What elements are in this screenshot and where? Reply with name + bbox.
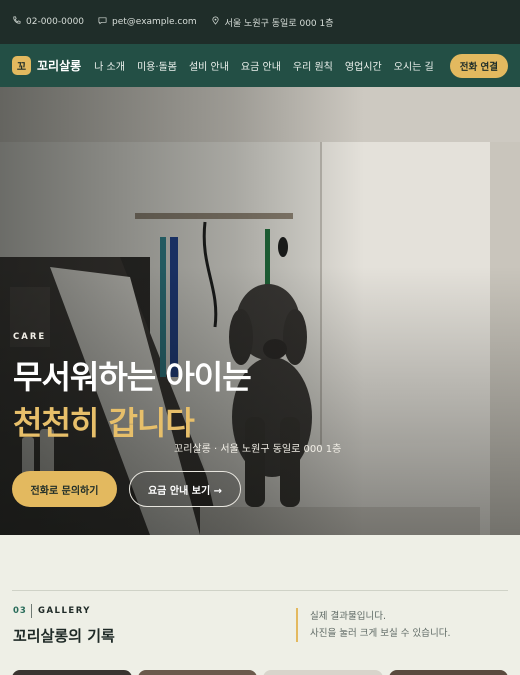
main-navigation: 꼬 꼬리살롱 나 소개 미용·돌봄 설비 안내 요금 안내 우리 원칙 영업시간… — [0, 44, 520, 87]
hero-headline-line1: 무서워하는 아이는 — [13, 358, 252, 396]
gallery-thumbnail[interactable] — [263, 670, 383, 675]
hero-headline-line2: 천천히 갑니다 — [13, 404, 195, 442]
call-button[interactable]: 전화 연결 — [449, 53, 508, 78]
gallery-note-line1: 실제 결과물입니다. — [310, 611, 386, 622]
view-pricing-button[interactable]: 요금 안내 보기 → — [129, 471, 241, 507]
gallery-note: 실제 결과물입니다. 사진을 눌러 크게 보실 수 있습니다. — [296, 608, 450, 642]
nav-link-grooming[interactable]: 미용·돌봄 — [137, 58, 177, 73]
brand-logo[interactable]: 꼬 꼬리살롱 — [12, 56, 81, 75]
location-pin-icon — [211, 16, 220, 28]
address-info: 서울 노원구 동일로 000 1층 — [211, 16, 334, 29]
gallery-thumbnail[interactable] — [388, 670, 508, 675]
gallery-note-line2: 사진을 눌러 크게 보실 수 있습니다. — [310, 628, 451, 639]
address-text: 서울 노원구 동일로 000 1층 — [224, 18, 334, 29]
email-info[interactable]: pet@example.com — [98, 16, 197, 28]
section-divider — [12, 590, 508, 591]
gallery-thumbnails — [12, 670, 508, 675]
nav-links: 나 소개 미용·돌봄 설비 안내 요금 안내 우리 원칙 영업시간 오시는 길 — [94, 58, 434, 73]
gallery-title: 꼬리살롱의 기록 — [13, 627, 115, 645]
top-info-bar: 02-000-0000 pet@example.com 서울 노원구 동일로 0… — [0, 0, 520, 44]
chat-icon — [98, 16, 107, 28]
phone-inquiry-button[interactable]: 전화로 문의하기 — [12, 471, 117, 507]
logo-mark: 꼬 — [12, 56, 31, 75]
nav-link-pricing[interactable]: 요금 안내 — [241, 58, 281, 73]
hero-eyebrow: CARE — [13, 332, 47, 342]
hero-overlay — [0, 87, 520, 535]
hero-address: 꼬리살롱 · 서울 노원구 동일로 000 1층 — [174, 444, 342, 455]
nav-link-principles[interactable]: 우리 원칙 — [293, 58, 333, 73]
nav-link-about[interactable]: 나 소개 — [94, 58, 125, 73]
hero-section: CARE 무서워하는 아이는 천천히 갑니다 꼬리살롱 · 서울 노원구 동일로… — [0, 87, 520, 535]
gallery-thumbnail[interactable] — [137, 670, 257, 675]
nav-link-facilities[interactable]: 설비 안내 — [189, 58, 229, 73]
nav-link-hours[interactable]: 영업시간 — [345, 58, 382, 73]
section-number: 03 — [13, 606, 27, 616]
nav-link-directions[interactable]: 오시는 길 — [394, 58, 434, 73]
phone-number: 02-000-0000 — [26, 17, 85, 27]
phone-icon — [12, 16, 21, 28]
hero-text: CARE 무서워하는 아이는 천천히 갑니다 — [13, 332, 252, 444]
gallery-thumbnail[interactable] — [12, 670, 132, 675]
phone-info[interactable]: 02-000-0000 — [12, 16, 84, 28]
brand-name: 꼬리살롱 — [37, 59, 82, 73]
section-number-divider — [31, 604, 32, 618]
section-tag: GALLERY — [38, 606, 91, 616]
email-address: pet@example.com — [112, 17, 197, 27]
